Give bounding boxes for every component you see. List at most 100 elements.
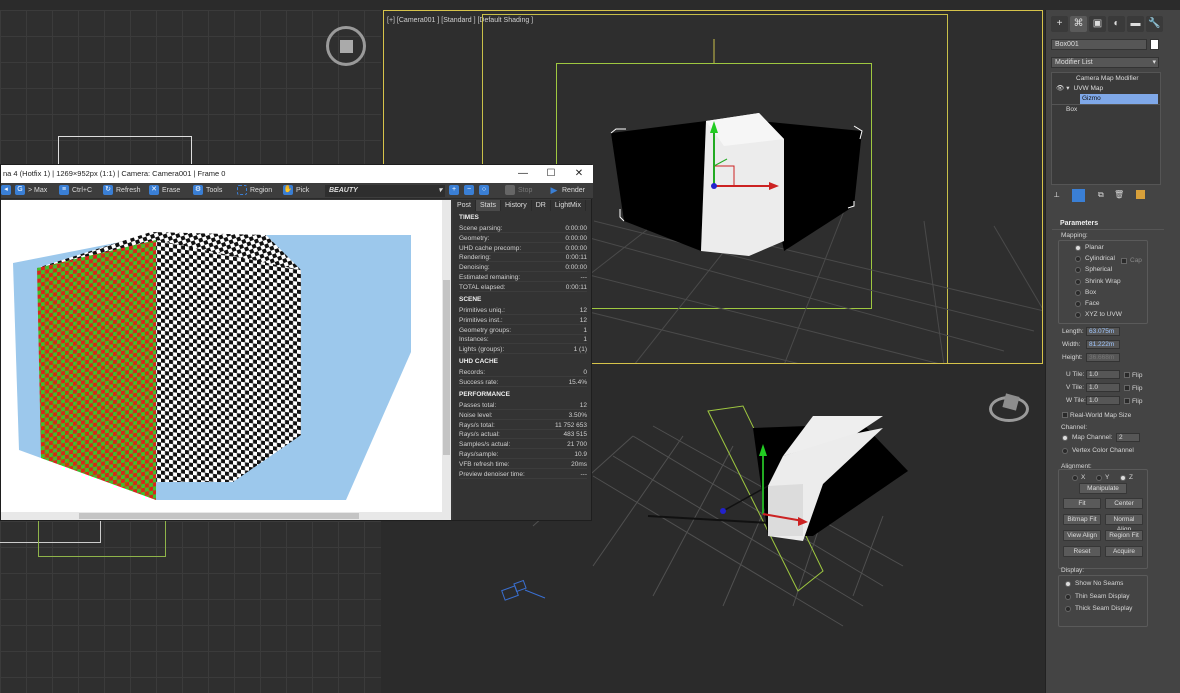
stack-item-box[interactable]: Box <box>1052 104 1160 114</box>
manipulate-button[interactable]: Manipulate <box>1079 483 1127 494</box>
axis-y-radio[interactable] <box>1096 475 1102 481</box>
mapping-radio[interactable] <box>1075 301 1081 307</box>
refresh-button[interactable]: ↻ Refresh <box>103 185 141 197</box>
tools-icon: ⚙ <box>193 185 203 196</box>
motion-tab-icon[interactable]: ◐ <box>1108 16 1125 32</box>
acquire-button[interactable]: Acquire <box>1105 546 1143 557</box>
cap-label: Cap <box>1130 257 1142 264</box>
modifier-list-select[interactable]: Modifier List ▾ <box>1051 57 1159 68</box>
view-align-button[interactable]: View Align <box>1063 530 1101 541</box>
parameters-header[interactable]: Parameters <box>1052 220 1164 230</box>
stack-item-camera-map[interactable]: Camera Map Modifier <box>1052 74 1160 84</box>
vertex-color-radio[interactable] <box>1062 448 1068 454</box>
stats-key: Geometry groups: <box>459 326 512 334</box>
stats-row: Instances: 1 <box>459 335 587 345</box>
stats-row: Rays/sample: 10.9 <box>459 450 587 459</box>
configure-icon[interactable] <box>1136 190 1145 199</box>
viewport-top-left[interactable] <box>0 10 381 165</box>
zoom-fit-icon[interactable]: ○ <box>479 185 492 197</box>
zoom-out-icon[interactable]: − <box>464 185 477 197</box>
display-tab-icon[interactable]: ▬ <box>1127 16 1144 32</box>
render-button[interactable]: ▶ Render <box>549 185 585 197</box>
stats-row: UHD cache precomp: 0:00:00 <box>459 244 587 253</box>
toolbar-left-icon[interactable]: ◂ <box>1 185 14 197</box>
stats-row: Noise level: 3.50% <box>459 411 587 420</box>
tools-button[interactable]: ⚙ Tools <box>193 185 222 197</box>
tab-post[interactable]: Post <box>453 200 477 211</box>
region-fit-button[interactable]: Region Fit <box>1105 530 1143 541</box>
modifier-stack[interactable]: Camera Map Modifier 👁 ▾ UVW Map Gizmo Box <box>1051 72 1161 185</box>
zoom-in-icon[interactable]: + <box>449 185 462 197</box>
vtile-spinner[interactable]: 1.0 <box>1086 383 1120 392</box>
center-button[interactable]: Center <box>1105 498 1143 509</box>
mapping-option-label: Face <box>1085 300 1100 307</box>
show-end-result-icon[interactable] <box>1072 189 1085 202</box>
channel-select[interactable]: BEAUTY ▾ <box>325 185 445 197</box>
mapping-radio[interactable] <box>1075 278 1081 285</box>
reset-button[interactable]: Reset <box>1063 546 1101 557</box>
utilities-tab-icon[interactable]: 🔧 <box>1146 16 1163 32</box>
length-spinner[interactable]: 63.075m <box>1086 327 1120 336</box>
make-unique-icon[interactable]: ⧉ <box>1098 190 1104 200</box>
map-channel-spinner[interactable]: 2 <box>1116 433 1140 442</box>
seam-display-radio[interactable] <box>1065 593 1071 600</box>
wflip-label: Flip <box>1132 398 1143 405</box>
maximize-button[interactable]: ☐ <box>537 165 565 183</box>
pick-button[interactable]: ✋ Pick <box>283 185 309 197</box>
create-tab-icon[interactable]: + <box>1051 16 1068 32</box>
vfb-window[interactable]: na 4 (Hotfix 1) | 1269×952px (1:1) | Cam… <box>0 164 593 521</box>
ctrlc-button[interactable]: ≡ Ctrl+C <box>59 185 92 197</box>
vertical-scrollbar[interactable] <box>442 200 451 512</box>
vflip-checkbox[interactable] <box>1124 385 1130 391</box>
axis-x-radio[interactable] <box>1072 475 1078 481</box>
modify-tab-icon[interactable]: ⌘ <box>1070 16 1087 32</box>
mapping-option-label: Shrink Wrap <box>1085 277 1121 285</box>
real-world-checkbox[interactable] <box>1062 412 1068 418</box>
uflip-checkbox[interactable] <box>1124 372 1130 378</box>
wflip-checkbox[interactable] <box>1124 398 1130 404</box>
cap-checkbox[interactable] <box>1121 258 1127 264</box>
map-channel-radio[interactable] <box>1062 435 1068 441</box>
minimize-button[interactable]: — <box>509 165 537 183</box>
pin-icon[interactable]: ⟂ <box>1054 190 1059 200</box>
stats-key: Denoising: <box>459 264 490 272</box>
stats-section-scene: SCENE <box>459 296 482 303</box>
mapping-radio[interactable] <box>1075 245 1081 251</box>
remove-modifier-icon[interactable]: 🗑 <box>1114 190 1124 199</box>
fit-button[interactable]: Fit <box>1063 498 1101 509</box>
bitmap-fit-button[interactable]: Bitmap Fit <box>1063 514 1101 525</box>
stack-item-uvw-map[interactable]: 👁 ▾ UVW Map <box>1052 84 1160 94</box>
close-button[interactable]: ✕ <box>565 165 593 183</box>
tab-history[interactable]: History <box>501 200 532 211</box>
utile-spinner[interactable]: 1.0 <box>1086 370 1120 379</box>
mapping-radio[interactable] <box>1075 289 1081 296</box>
viewport-bottom-left[interactable] <box>0 521 381 693</box>
stop-button[interactable]: Stop <box>505 185 532 197</box>
render-image[interactable] <box>1 200 444 512</box>
seam-display-radio[interactable] <box>1065 581 1071 587</box>
axis-z-radio[interactable] <box>1120 475 1126 481</box>
stats-value: 1 (1) <box>573 346 587 354</box>
horizontal-scrollbar[interactable] <box>1 512 451 520</box>
seam-display-radio[interactable] <box>1065 606 1071 612</box>
expand-icon[interactable]: ▾ <box>1066 85 1069 92</box>
max-button[interactable]: G > Max <box>15 185 47 197</box>
height-spinner[interactable]: 36.668m <box>1086 353 1120 362</box>
viewcube[interactable] <box>326 26 366 66</box>
width-spinner[interactable]: 81.222m <box>1086 340 1120 349</box>
stats-key: Success rate: <box>459 378 499 386</box>
viewcube[interactable] <box>989 393 1029 422</box>
stack-item-gizmo[interactable]: Gizmo <box>1080 94 1158 104</box>
tab-stats[interactable]: Stats <box>476 200 501 211</box>
hierarchy-tab-icon[interactable]: ▣ <box>1089 16 1106 32</box>
tab-lightmix[interactable]: LightMix <box>551 200 586 211</box>
object-name-field[interactable]: Box001 <box>1051 39 1147 50</box>
wtile-spinner[interactable]: 1.0 <box>1086 396 1120 405</box>
region-button[interactable]: Region <box>237 185 272 197</box>
object-color-swatch[interactable] <box>1150 39 1159 50</box>
vfb-titlebar[interactable]: na 4 (Hotfix 1) | 1269×952px (1:1) | Cam… <box>1 165 593 183</box>
erase-button[interactable]: ✕ Erase <box>149 185 180 197</box>
normal-align-button[interactable]: Normal Align <box>1105 514 1143 533</box>
eye-icon[interactable]: 👁 <box>1056 85 1064 92</box>
tab-dr[interactable]: DR <box>532 200 551 211</box>
